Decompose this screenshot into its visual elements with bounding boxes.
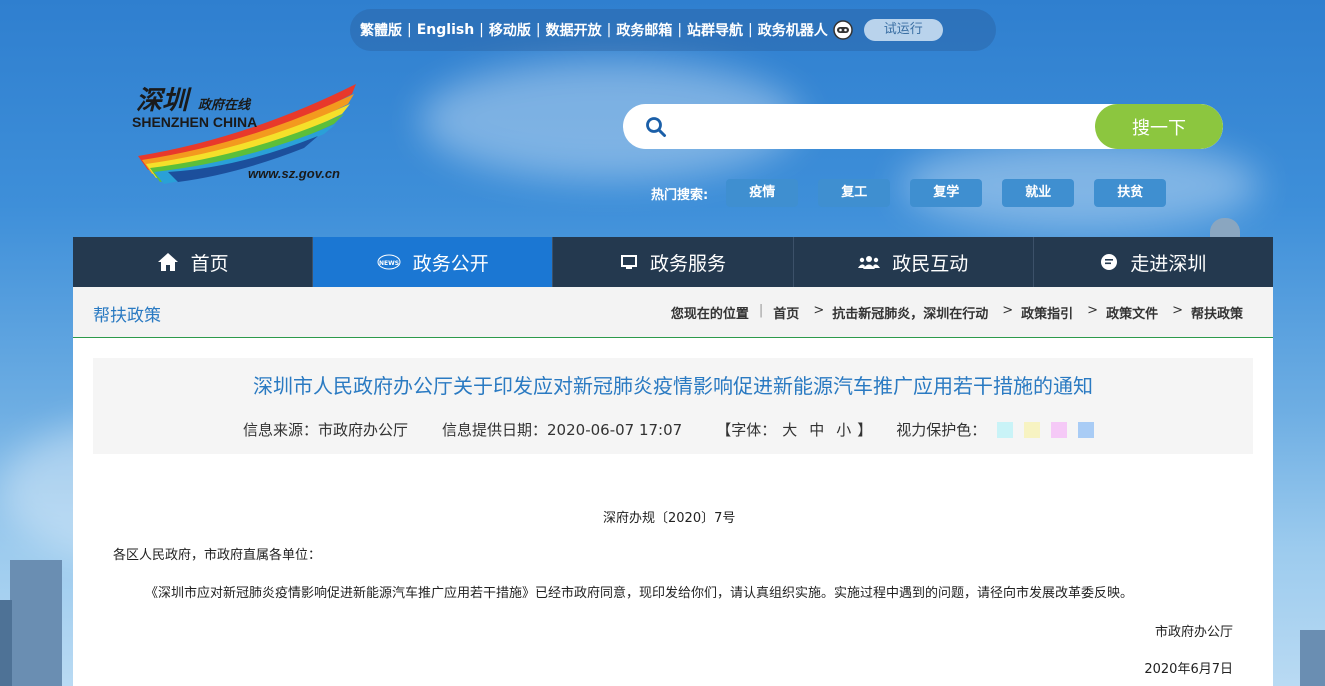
skyline-building [1300, 630, 1325, 686]
nav-gov-services-label: 政务服务 [650, 252, 727, 275]
breadcrumb: 您现在的位置 | 首页 > 抗击新冠肺炎，深圳在行动 > 政策指引 > 政策文件… [671, 303, 1243, 322]
link-site-nav[interactable]: 站群导航 [687, 20, 743, 40]
separator: | [758, 303, 764, 318]
font-size-label: 【字体： [716, 421, 777, 439]
nav-about-shenzhen[interactable]: 走进深圳 [1033, 237, 1274, 287]
breadcrumb-location-label: 您现在的位置 [670, 307, 749, 322]
trial-badge[interactable]: 试运行 [863, 19, 943, 41]
breadcrumb-item[interactable]: 抗击新冠肺炎，深圳在行动 [832, 303, 988, 322]
skyline-building [0, 600, 12, 686]
breadcrumb-arrow: > [813, 303, 825, 318]
breadcrumb-arrow: > [1002, 303, 1014, 318]
eye-color-cyan[interactable] [997, 421, 1014, 438]
article-source: 信息来源：市政府办公厅 [243, 421, 409, 439]
nav-gov-affairs[interactable]: NEWS 政务公开 [313, 237, 554, 287]
content-panel: 帮扶政策 您现在的位置 | 首页 > 抗击新冠肺炎，深圳在行动 > 政策指引 >… [73, 287, 1273, 686]
logo-title-en: SHENZHEN CHINA [132, 114, 258, 130]
breadcrumb-item[interactable]: 政策指引 [1021, 303, 1073, 322]
home-icon [157, 253, 178, 271]
font-size-label-close: 】 [857, 421, 873, 439]
eye-color-blue[interactable] [1078, 421, 1095, 438]
hot-search: 热门搜索: 疫情 复工 复学 就业 扶贫 [651, 179, 1186, 207]
skyline-building [10, 560, 62, 686]
separator: | [535, 22, 541, 38]
hot-tag-employment[interactable]: 就业 [1002, 179, 1075, 207]
search-button[interactable]: 搜一下 [1095, 104, 1223, 149]
hot-tag-resume-school[interactable]: 复学 [910, 179, 983, 207]
eye-color-pink[interactable] [1051, 421, 1068, 438]
nav-home-label: 首页 [190, 252, 229, 275]
article-header: 深圳市人民政府办公厅关于印发应对新冠肺炎疫情影响促进新能源汽车推广应用若干措施的… [93, 358, 1253, 454]
nav-gov-affairs-label: 政务公开 [412, 252, 489, 275]
hot-tag-resume-work[interactable]: 复工 [818, 179, 891, 207]
font-small-button[interactable]: 小 [836, 419, 851, 440]
separator: | [479, 22, 484, 38]
addressee: 各区人民政府，市政府直属各单位： [113, 548, 322, 563]
monitor-icon [621, 255, 637, 269]
hot-search-label: 热门搜索: [651, 187, 709, 203]
news-icon: NEWS [377, 254, 401, 270]
nav-about-shenzhen-label: 走进深圳 [1130, 252, 1207, 275]
document-number: 深府办规〔2020〕7号 [603, 511, 736, 526]
nav-home[interactable]: 首页 [73, 237, 314, 287]
link-mobile[interactable]: 移动版 [489, 20, 531, 40]
link-open-data[interactable]: 数据开放 [546, 20, 602, 40]
breadcrumb-bar: 帮扶政策 您现在的位置 | 首页 > 抗击新冠肺炎，深圳在行动 > 政策指引 >… [73, 287, 1273, 338]
nav-interaction[interactable]: 政民互动 [793, 237, 1034, 287]
hot-tag-epidemic[interactable]: 疫情 [726, 179, 799, 207]
logo-subtitle-cn: 政府在线 [198, 98, 251, 113]
breadcrumb-arrow: > [1172, 303, 1183, 318]
sign-date: 2020年6月7日 [1144, 662, 1233, 677]
hot-tag-poverty[interactable]: 扶贫 [1094, 179, 1167, 207]
eye-color-yellow[interactable] [1024, 421, 1041, 438]
search-bar: 搜一下 [623, 104, 1223, 149]
separator: | [606, 22, 612, 38]
top-link-bar: 繁體版 | English | 移动版 | 数据开放 | 政务邮箱 | 站群导航… [350, 9, 996, 51]
breadcrumb-item[interactable]: 首页 [773, 303, 799, 322]
search-input[interactable] [683, 104, 1117, 149]
eye-protect-label: 视力保护色： [896, 421, 987, 439]
main-nav: 首页 NEWS 政务公开 政务服务 政民互动 走进深圳 [73, 237, 1274, 287]
svg-text:NEWS: NEWS [379, 260, 399, 267]
breadcrumb-arrow: > [1087, 303, 1099, 318]
logo-title-cn: 深圳 [136, 86, 189, 116]
robot-icon[interactable] [832, 19, 854, 41]
article-meta: 信息来源：市政府办公厅 信息提供日期：2020-06-07 17:07 【字体：… [243, 419, 1095, 440]
nav-interaction-label: 政民互动 [892, 252, 969, 275]
logo-url: www.sz.gov.cn [248, 166, 340, 181]
separator: | [677, 22, 683, 38]
separator: | [748, 22, 753, 38]
signature: 市政府办公厅 [1154, 625, 1233, 640]
breadcrumb-item[interactable]: 帮扶政策 [1191, 303, 1243, 322]
search-icon [645, 116, 667, 138]
link-gov-mail[interactable]: 政务邮箱 [616, 20, 672, 40]
section-title[interactable]: 帮扶政策 [93, 301, 161, 326]
article-title: 深圳市人民政府办公厅关于印发应对新冠肺炎疫情影响促进新能源汽车推广应用若干措施的… [253, 374, 1093, 398]
article-paragraph: 《深圳市应对新冠肺炎疫情影响促进新能源汽车推广应用若干措施》已经市政府同意，现印… [145, 586, 1134, 601]
link-english[interactable]: English [417, 22, 474, 38]
breadcrumb-item[interactable]: 政策文件 [1106, 303, 1158, 322]
chat-icon [1101, 254, 1118, 270]
font-large-button[interactable]: 大 [782, 419, 797, 440]
site-logo[interactable]: 深圳 政府在线 SHENZHEN CHINA www.sz.gov.cn [128, 78, 360, 188]
font-medium-button[interactable]: 中 [809, 419, 824, 440]
separator: | [407, 22, 412, 38]
link-traditional[interactable]: 繁體版 [360, 20, 402, 40]
article-date: 信息提供日期：2020-06-07 17:07 [442, 421, 683, 439]
link-gov-robot[interactable]: 政务机器人 [758, 20, 828, 40]
nav-gov-services[interactable]: 政务服务 [553, 237, 794, 287]
users-icon [858, 256, 881, 269]
